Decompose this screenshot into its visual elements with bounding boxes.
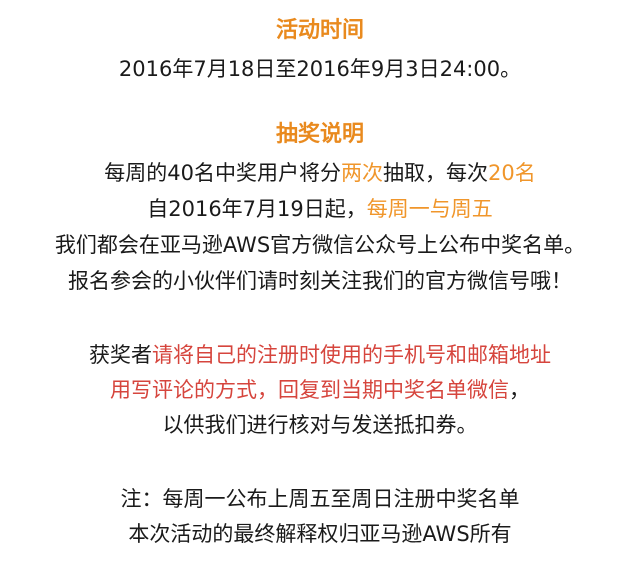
- lottery-line-2: 自2016年7月19日起，每周一与周五: [0, 194, 640, 224]
- note-line-2: 本次活动的最终解释权归亚马逊AWS所有: [128, 522, 512, 546]
- activity-time-dates: 2016年7月18日至2016年9月3日24:00。: [118, 57, 522, 81]
- note-line-1: 注：每周一公布上周五至周日注册中奖名单: [120, 487, 520, 511]
- winner-line-2: 用写评论的方式，回复到当期中奖名单微信，: [0, 375, 640, 405]
- winner-line-1-text-a: 获奖者: [89, 343, 152, 367]
- lottery-line-1-text-a: 每周的40名中奖用户将分: [104, 161, 341, 185]
- winner-instruction-highlight: 请将自己的注册时使用的手机号和邮箱地址: [152, 343, 551, 367]
- winner-reply-highlight: 用写评论的方式，回复到当期中奖名单微信: [110, 378, 509, 402]
- lottery-line-1-text-c: 抽取，每次: [383, 161, 488, 185]
- announcement-page: 活动时间 2016年7月18日至2016年9月3日24:00。 抽奖说明 每周的…: [0, 0, 640, 586]
- lottery-line-4: 报名参会的小伙伴们请时刻关注我们的官方微信号哦！: [68, 269, 572, 293]
- winner-line-1: 获奖者请将自己的注册时使用的手机号和邮箱地址: [0, 340, 640, 370]
- lottery-count-highlight: 20名: [488, 161, 536, 185]
- winner-line-3: 以供我们进行核对与发送抵扣券。: [162, 413, 478, 437]
- lottery-line-1: 每周的40名中奖用户将分两次抽取，每次20名: [0, 158, 640, 188]
- lottery-line-2-text-a: 自2016年7月19日起，: [147, 197, 367, 221]
- lottery-line-3: 我们都会在亚马逊AWS官方微信公众号上公布中奖名单。: [54, 233, 586, 257]
- winner-line-2-comma: ，: [509, 378, 530, 402]
- lottery-twice-highlight: 两次: [341, 161, 383, 185]
- lottery-heading: 抽奖说明: [275, 122, 364, 147]
- lottery-days-highlight: 每周一与周五: [366, 197, 493, 221]
- activity-time-heading: 活动时间: [275, 18, 364, 43]
